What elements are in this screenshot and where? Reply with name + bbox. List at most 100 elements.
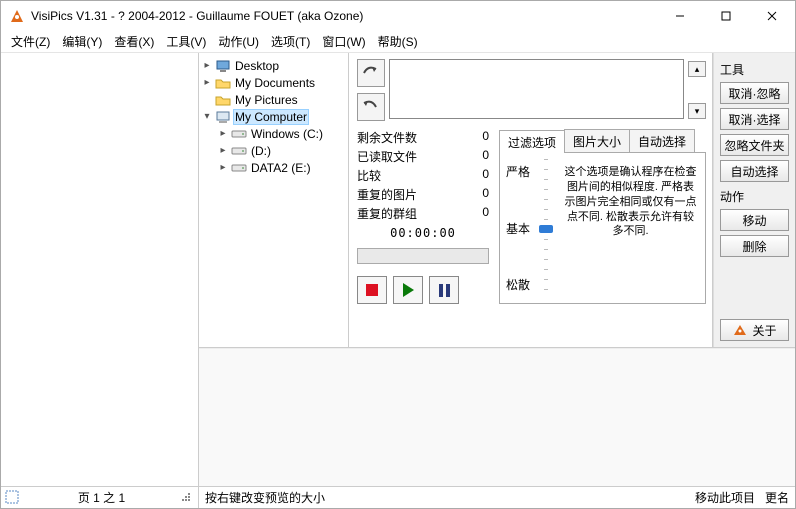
app-icon — [9, 8, 25, 24]
move-button[interactable]: 移动 — [720, 209, 789, 231]
tree-item[interactable]: ▸ Windows (C:) — [201, 125, 346, 142]
cancel-select-button[interactable]: 取消·选择 — [720, 108, 789, 130]
menu-edit[interactable]: 编辑(Y) — [56, 31, 108, 52]
stat-duppic-label: 重复的图片 — [357, 186, 417, 203]
preview-canvas — [1, 53, 198, 486]
tree-item-label: My Documents — [233, 76, 315, 90]
content: 页 1 之 1 ▸ Desktop ▸ My Documents My Pictures… — [1, 53, 795, 508]
action-heading: 动作 — [720, 188, 789, 205]
menu-options[interactable]: 选项(T) — [265, 31, 316, 52]
folder-icon — [215, 93, 231, 107]
progress-bar — [357, 248, 489, 264]
tree-item[interactable]: ▾ My Computer — [201, 108, 346, 125]
tree-item[interactable]: My Pictures — [201, 91, 346, 108]
cancel-ignore-button[interactable]: 取消·忽略 — [720, 82, 789, 104]
tree-item[interactable]: ▸DATA2 (E:) — [201, 159, 346, 176]
tree-toggle-icon[interactable]: ▸ — [217, 128, 229, 139]
move-item-link[interactable]: 移动此项目 — [695, 489, 755, 506]
path-down-button[interactable]: ▾ — [688, 103, 706, 119]
stat-remaining-value: 0 — [482, 129, 489, 146]
folder-tree[interactable]: ▸ Desktop ▸ My Documents My Pictures ▾ My Comp… — [199, 53, 349, 347]
side-panel: 工具 取消·忽略 取消·选择 忽略文件夹 自动选择 动作 移动 删除 关于 — [713, 53, 795, 347]
similarity-slider[interactable] — [536, 159, 556, 297]
tab-autosel[interactable]: 自动选择 — [629, 129, 695, 152]
elapsed-timer: 00:00:00 — [357, 226, 489, 240]
stat-read-value: 0 — [482, 148, 489, 165]
tree-item-label: Windows (C:) — [249, 127, 323, 141]
play-icon — [403, 283, 414, 297]
menu-tools[interactable]: 工具(V) — [160, 31, 212, 52]
mid-pane: ▴ ▾ 剩余文件数0 已读取文件0 比较0 重复的图片0 重复的群组0 00:0… — [349, 53, 713, 347]
play-button[interactable] — [393, 276, 423, 304]
about-button[interactable]: 关于 — [720, 319, 789, 341]
filter-tabs: 过滤选项 图片大小 自动选择 严格 基本 松散 — [499, 129, 706, 304]
hint-text: 按右键改变预览的大小 — [205, 489, 685, 506]
stat-compared-label: 比较 — [357, 167, 381, 184]
stat-remaining-label: 剩余文件数 — [357, 129, 417, 146]
tree-item[interactable]: ▸ (D:) — [201, 142, 346, 159]
auto-select-button[interactable]: 自动选择 — [720, 160, 789, 182]
path-up-button[interactable]: ▴ — [688, 61, 706, 77]
path-listbox[interactable] — [389, 59, 684, 119]
menu-window[interactable]: 窗口(W) — [316, 31, 371, 52]
tab-filter[interactable]: 过滤选项 — [499, 130, 565, 153]
preview-pane: 页 1 之 1 — [1, 53, 199, 508]
tree-item[interactable]: ▸ My Documents — [201, 74, 346, 91]
filter-description: 这个选项是确认程序在检查图片间的相似程度. 严格表示图片完全相同或仅有一点点不同… — [562, 159, 699, 297]
tree-item-label: Desktop — [233, 59, 279, 73]
ignore-folder-button[interactable]: 忽略文件夹 — [720, 134, 789, 156]
tree-item-label: (D:) — [249, 144, 271, 158]
maximize-button[interactable] — [703, 1, 749, 31]
drive-icon — [231, 161, 247, 175]
tree-toggle-icon[interactable]: ▸ — [201, 60, 213, 71]
tab-picsize[interactable]: 图片大小 — [564, 129, 630, 152]
app-window: VisiPics V1.31 - ? 2004-2012 - Guillaume… — [0, 0, 796, 509]
tree-item[interactable]: ▸ Desktop — [201, 57, 346, 74]
bottom-area: 按右键改变预览的大小 移动此项目 更名 — [199, 348, 795, 508]
menu-help[interactable]: 帮助(S) — [372, 31, 424, 52]
close-button[interactable] — [749, 1, 795, 31]
about-label: 关于 — [752, 322, 776, 339]
stat-read-label: 已读取文件 — [357, 148, 417, 165]
desktop-icon — [215, 59, 231, 73]
filter-tab-body: 严格 基本 松散 这个选项是确认程序在检查图片间的相似程度. 严格表示图片完全相… — [499, 152, 706, 304]
stat-duppic-value: 0 — [482, 186, 489, 203]
bottom-statusbar: 按右键改变预览的大小 移动此项目 更名 — [199, 486, 795, 508]
tree-toggle-icon[interactable]: ▸ — [201, 77, 213, 88]
remove-path-button[interactable] — [357, 93, 385, 121]
fox-icon — [732, 323, 748, 337]
results-canvas[interactable] — [199, 348, 795, 486]
titlebar: VisiPics V1.31 - ? 2004-2012 - Guillaume… — [1, 1, 795, 31]
preview-status-icon — [5, 490, 21, 506]
minimize-button[interactable] — [657, 1, 703, 31]
tree-item-label: My Pictures — [233, 93, 298, 107]
scale-loose-label: 松散 — [506, 276, 530, 293]
preview-statusbar: 页 1 之 1 — [1, 486, 198, 508]
menubar: 文件(Z) 编辑(Y) 查看(X) 工具(V) 动作(U) 选项(T) 窗口(W… — [1, 31, 795, 53]
tools-heading: 工具 — [720, 61, 789, 78]
pause-button[interactable] — [429, 276, 459, 304]
stop-icon — [366, 284, 378, 296]
window-title: VisiPics V1.31 - ? 2004-2012 - Guillaume… — [31, 9, 657, 23]
menu-action[interactable]: 动作(U) — [212, 31, 265, 52]
right-pane: ▸ Desktop ▸ My Documents My Pictures ▾ My Comp… — [199, 53, 795, 508]
delete-button[interactable]: 删除 — [720, 235, 789, 257]
resize-grip-icon[interactable] — [178, 489, 196, 507]
add-path-button[interactable] — [357, 59, 385, 87]
top-panels: ▸ Desktop ▸ My Documents My Pictures ▾ My Comp… — [199, 53, 795, 348]
stat-dupgrp-label: 重复的群组 — [357, 205, 417, 222]
drive-icon — [231, 144, 247, 158]
menu-view[interactable]: 查看(X) — [108, 31, 160, 52]
menu-file[interactable]: 文件(Z) — [5, 31, 56, 52]
stats-panel: 剩余文件数0 已读取文件0 比较0 重复的图片0 重复的群组0 00:00:00 — [357, 129, 489, 304]
drive-icon — [231, 127, 247, 141]
tree-toggle-icon[interactable]: ▸ — [217, 162, 229, 173]
stat-dupgrp-value: 0 — [482, 205, 489, 222]
tree-toggle-icon[interactable]: ▸ — [217, 145, 229, 156]
tree-toggle-icon[interactable]: ▾ — [201, 111, 213, 122]
stop-button[interactable] — [357, 276, 387, 304]
pause-icon — [439, 284, 450, 297]
tree-item-label: My Computer — [233, 109, 309, 125]
scale-strict-label: 严格 — [506, 163, 530, 180]
rename-link[interactable]: 更名 — [765, 489, 789, 506]
